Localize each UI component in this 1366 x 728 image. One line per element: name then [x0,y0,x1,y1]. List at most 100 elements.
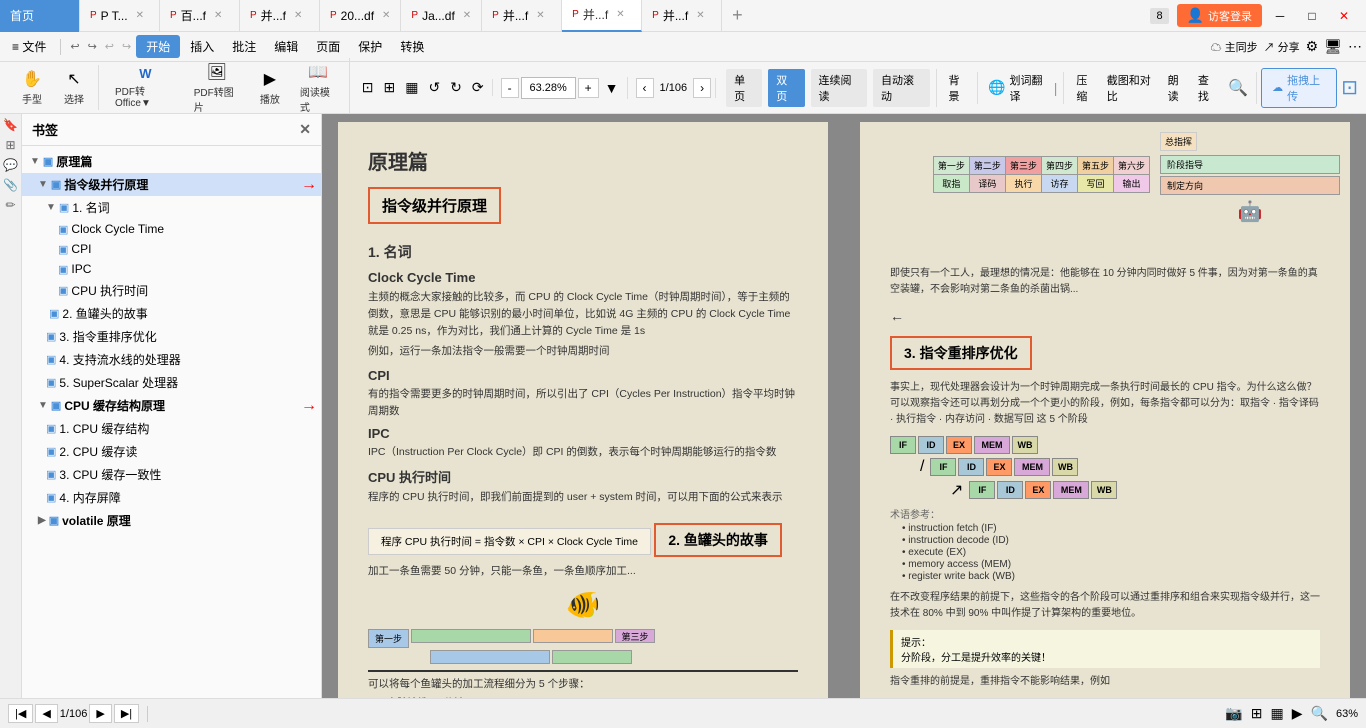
bookmark-strip-icon[interactable]: 🔖 [3,118,18,132]
left-page-container[interactable]: 原理篇 指令级并行原理 1. 名词 Clock Cycle Time 主频的概念… [322,114,844,698]
maximize-button[interactable]: □ [1298,6,1326,26]
sidebar-close-btn[interactable]: ✕ [299,121,311,138]
screenshot-btn[interactable]: 截图和对比 [1103,72,1162,104]
share-btn[interactable]: ↗ 分享 [1264,39,1300,55]
tree-item-reorder[interactable]: ▣ 3. 指令重排序优化 [22,325,321,348]
insert-menu[interactable]: 插入 [182,36,222,57]
prev-page-btn[interactable]: ‹ [636,78,654,98]
tab-3-close[interactable]: ✕ [294,10,302,21]
thumbnail-icon[interactable]: ▦ [401,79,422,96]
single-view-btn[interactable]: 单页 [726,69,762,107]
tab-4[interactable]: P 20...df ✕ [320,0,401,32]
read-aloud-btn[interactable]: 朗读 [1164,72,1192,104]
edit-menu[interactable]: 编辑 [266,36,306,57]
convert-menu[interactable]: 转换 [392,36,432,57]
settings-icon[interactable]: ⚙ [1306,38,1319,55]
search-icon[interactable]: 🔍 [1224,78,1252,98]
bottom-camera-icon[interactable]: 📷 [1225,705,1242,722]
tab-8-close[interactable]: ✕ [696,10,704,21]
tab-3[interactable]: P 并...f ✕ [240,0,320,32]
protect-menu[interactable]: 保护 [350,36,390,57]
bottom-play-icon[interactable]: ▶ [1292,705,1303,722]
redo2-btn[interactable]: ↪ [119,40,134,53]
last-page-btn[interactable]: ▶| [114,704,139,723]
tree-item-nouns[interactable]: ▼ ▣ 1. 名词 [22,196,321,219]
play-tool[interactable]: ▶ 播放 [250,65,290,110]
rotate-right-icon[interactable]: ↻ [446,79,466,96]
tree-item-cache1[interactable]: ▣ 1. CPU 缓存结构 [22,417,321,440]
tab-1[interactable]: P P T... ✕ [80,0,160,32]
undo-btn[interactable]: ↩ [67,40,82,53]
rotate-doc-icon[interactable]: ⟳ [468,79,488,96]
redo-btn[interactable]: ↪ [85,40,100,53]
next-page-bottom-btn[interactable]: ▶ [89,704,111,723]
annotate-menu[interactable]: 批注 [224,36,264,57]
expand-icon[interactable]: ⊡ [1341,75,1358,100]
background-btn[interactable]: 背景 [945,72,974,104]
auto-scroll-btn[interactable]: 自动滚动 [873,69,929,107]
double-view-btn[interactable]: 双页 [768,69,804,107]
right-page-container[interactable]: 总指挥 阶段指导 制定方向 🤖 第一步第二步第三步第四步第五步第六步 [844,114,1366,698]
tab-7-close[interactable]: ✕ [616,9,624,20]
tree-item-fish[interactable]: ▣ 2. 鱼罐头的故事 [22,302,321,325]
start-menu[interactable]: 开始 [136,35,180,58]
tab-home[interactable]: 首页 [0,0,80,32]
prev-page-bottom-btn[interactable]: ◀ [35,704,57,723]
compress-btn[interactable]: 压缩 [1072,72,1100,104]
continuous-view-btn[interactable]: 连续阅读 [811,69,867,107]
tree-item-cache3[interactable]: ▣ 3. CPU 缓存一致性 [22,463,321,486]
translate-btn[interactable]: 划词翻译 [1009,72,1049,104]
page-menu[interactable]: 页面 [308,36,348,57]
tab-5[interactable]: P Ja...df ✕ [401,0,482,32]
next-page-btn[interactable]: › [693,78,711,98]
comment-icon[interactable]: 💬 [3,158,18,172]
layers-icon[interactable]: ⊞ [5,138,15,152]
tree-item-volatile[interactable]: ▶ ▣ volatile 原理 [22,509,321,532]
bottom-layout-icon[interactable]: ▦ [1271,705,1284,722]
monitor-icon[interactable]: 🖥 [1324,38,1342,55]
tab-5-close[interactable]: ✕ [463,10,471,21]
tree-item-cct[interactable]: ▣ Clock Cycle Time [22,219,321,239]
pen-icon[interactable]: ✏ [5,198,15,212]
tree-item-cpi[interactable]: ▣ CPI [22,239,321,259]
tree-item-cache[interactable]: ▼ ▣ CPU 缓存结构原理 → [22,394,321,417]
tab-8[interactable]: P 并...f ✕ [642,0,722,32]
rotate-left-icon[interactable]: ↺ [424,79,444,96]
tree-item-ilp[interactable]: ▼ ▣ 指令级并行原理 → [22,173,321,196]
tab-6[interactable]: P 并...f ✕ [482,0,562,32]
pdf-office-tool[interactable]: W PDF转Office▼ [107,62,184,113]
tab-add-button[interactable]: + [722,0,753,32]
tree-item-ipc[interactable]: ▣ IPC [22,259,321,279]
translate-icon[interactable]: 🌐 [986,79,1007,96]
tab-2[interactable]: P 百...f ✕ [160,0,240,32]
undo2-btn[interactable]: ↩ [102,40,117,53]
fit-page-icon[interactable]: ⊞ [379,79,399,96]
translate-dropdown[interactable]: | [1052,80,1060,96]
minimize-button[interactable]: ─ [1266,6,1294,26]
tree-item-pipeline[interactable]: ▣ 4. 支持流水线的处理器 [22,348,321,371]
bottom-search-icon[interactable]: 🔍 [1311,705,1328,722]
fit-width-icon[interactable]: ⊡ [358,79,378,96]
zoom-in-btn[interactable]: + [578,78,599,98]
tree-item-cache4[interactable]: ▣ 4. 内存屏障 [22,486,321,509]
tab-2-close[interactable]: ✕ [214,10,222,21]
pdf-img-tool[interactable]: 🖼 PDF转图片 [186,58,248,118]
close-button[interactable]: ✕ [1330,6,1358,26]
attach-icon[interactable]: 📎 [3,178,18,192]
upload-btn[interactable]: ☁ 拖拽上传 [1261,68,1337,108]
tree-item-superscalar[interactable]: ▣ 5. SuperScalar 处理器 [22,371,321,394]
file-menu[interactable]: ≡ 文件 [4,36,54,57]
bottom-grid-icon[interactable]: ⊞ [1251,705,1263,722]
select-tool[interactable]: ↖ 选择 [54,65,94,110]
tab-7[interactable]: P 并...f ✕ [562,0,642,32]
tab-6-close[interactable]: ✕ [536,10,544,21]
tree-item-cache2[interactable]: ▣ 2. CPU 缓存读 [22,440,321,463]
hand-tool[interactable]: ✋ 手型 [12,65,52,110]
tab-4-close[interactable]: ✕ [382,10,390,21]
search-btn[interactable]: 查找 [1194,72,1222,104]
tree-item-yuanlipian[interactable]: ▼ ▣ 原理篇 [22,150,321,173]
first-page-btn[interactable]: |◀ [8,704,33,723]
login-button[interactable]: 👤 访客登录 [1177,4,1262,27]
tree-item-cpu-time[interactable]: ▣ CPU 执行时间 [22,279,321,302]
read-tool[interactable]: 📖 阅读模式 [292,58,345,118]
